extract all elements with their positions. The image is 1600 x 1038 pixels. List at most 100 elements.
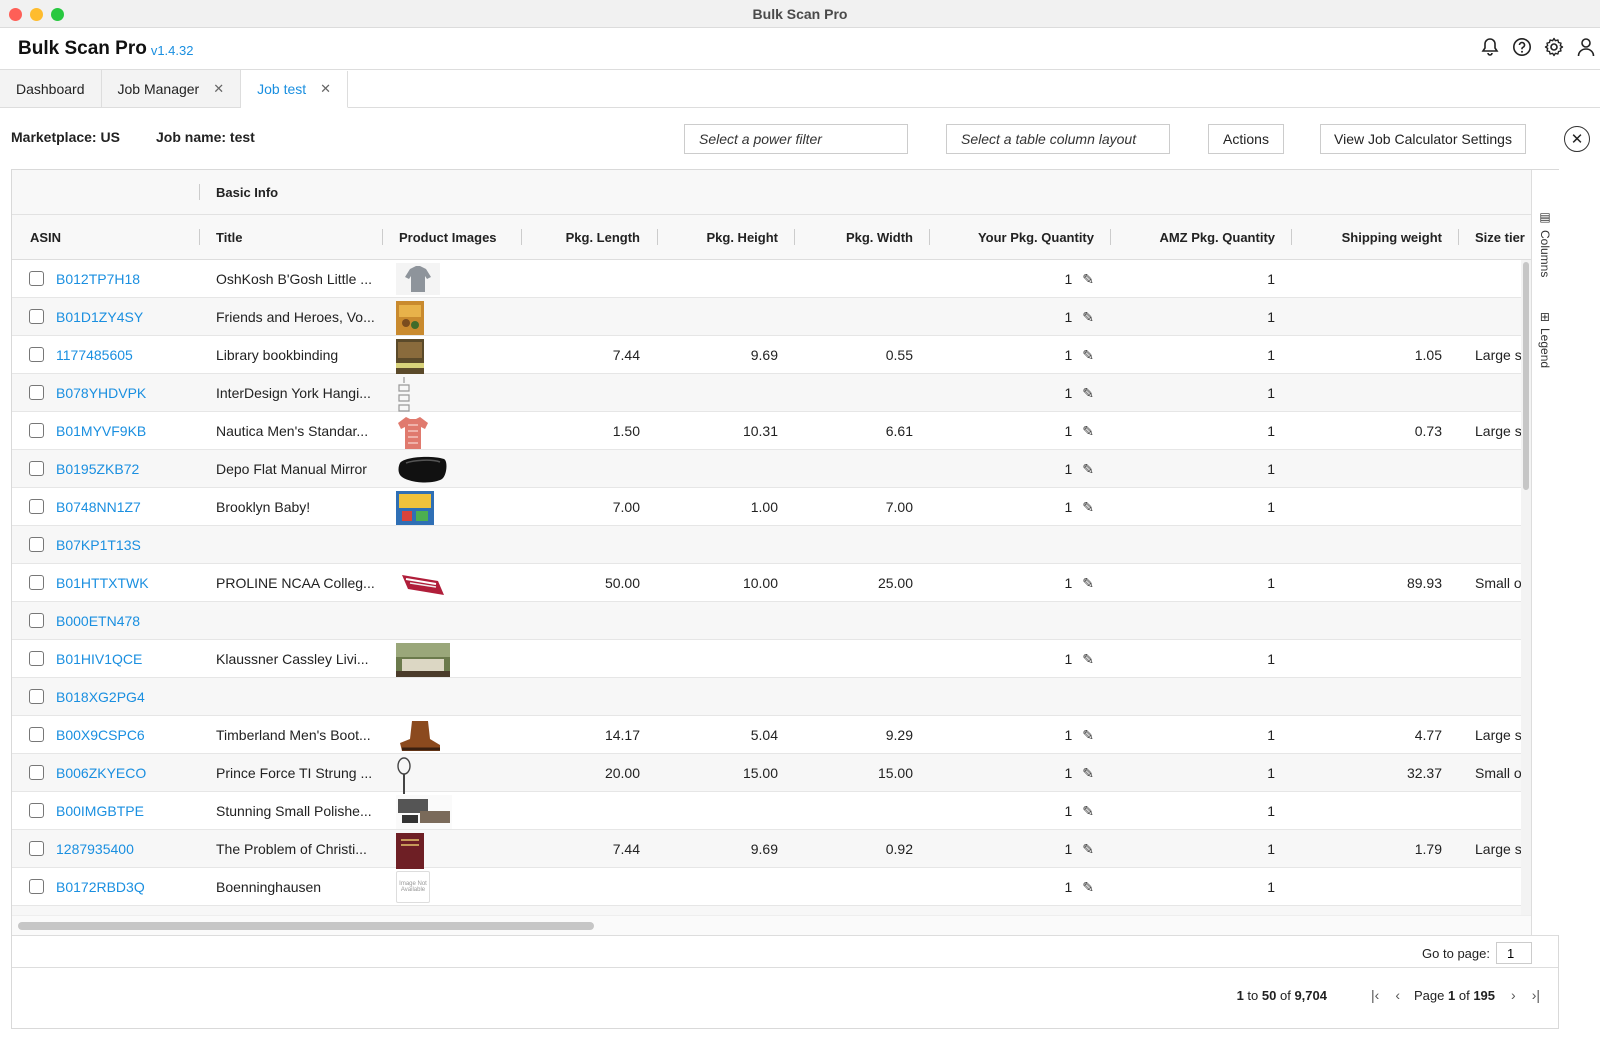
asin-link[interactable]: B00X9CSPC6 — [56, 716, 196, 754]
product-image[interactable] — [396, 415, 430, 449]
column-separator[interactable] — [929, 229, 930, 245]
user-icon[interactable] — [1576, 36, 1596, 58]
view-calculator-settings-button[interactable]: View Job Calculator Settings — [1320, 124, 1526, 154]
column-separator[interactable] — [521, 229, 522, 245]
column-separator[interactable] — [1291, 229, 1292, 245]
table-row[interactable]: B01HIV1QCE Klaussner Cassley Livi... 1 1 ✎ — [12, 640, 1546, 678]
asin-link[interactable]: B0748NN1Z7 — [56, 488, 196, 526]
column-header-amz-pkg-quantity[interactable]: AMZ Pkg. Quantity — [1117, 215, 1275, 260]
table-row[interactable]: B012TP7H18 OshKosh B'Gosh Little ... 1 1 ✎ — [12, 260, 1546, 298]
table-row[interactable]: B078YHDVPK InterDesign York Hangi... 1 1 ✎ — [12, 374, 1546, 412]
column-separator[interactable] — [199, 229, 200, 245]
edit-pencil-icon[interactable]: ✎ — [1082, 803, 1094, 820]
edit-pencil-icon[interactable]: ✎ — [1082, 499, 1094, 516]
column-separator[interactable] — [657, 229, 658, 245]
column-header-asin[interactable]: ASIN — [30, 215, 190, 260]
product-image[interactable] — [396, 453, 448, 485]
table-row[interactable]: B01MYVF9KB Nautica Men's Standar... 1.50 10… — [12, 412, 1546, 450]
edit-pencil-icon[interactable]: ✎ — [1082, 879, 1094, 896]
edit-pencil-icon[interactable]: ✎ — [1082, 271, 1094, 288]
actions-button[interactable]: Actions — [1208, 124, 1284, 154]
vertical-scroll-thumb[interactable] — [1523, 262, 1529, 490]
columns-panel-toggle[interactable]: ▤ Columns — [1538, 210, 1552, 277]
product-image[interactable] — [396, 567, 450, 601]
asin-link[interactable]: B07KP1T13S — [56, 526, 196, 564]
asin-link[interactable]: B01D1ZY4SY — [56, 298, 196, 336]
table-row[interactable]: B0195ZKB72 Depo Flat Manual Mirror 1 1 ✎ — [12, 450, 1546, 488]
column-header-your-pkg-quantity[interactable]: Your Pkg. Quantity — [937, 215, 1094, 260]
zoom-window-button[interactable] — [51, 8, 64, 21]
row-checkbox[interactable] — [29, 575, 44, 590]
bell-icon[interactable] — [1480, 36, 1500, 58]
edit-pencil-icon[interactable]: ✎ — [1082, 575, 1094, 592]
row-checkbox[interactable] — [29, 879, 44, 894]
vertical-scrollbar[interactable] — [1521, 260, 1531, 915]
close-job-button[interactable]: ✕ — [1564, 126, 1590, 152]
edit-pencil-icon[interactable]: ✎ — [1082, 841, 1094, 858]
table-row[interactable]: B006ZKYECO Prince Force TI Strung ... 20.0… — [12, 754, 1546, 794]
row-checkbox[interactable] — [29, 347, 44, 362]
edit-pencil-icon[interactable]: ✎ — [1082, 309, 1094, 326]
column-header-product-images[interactable]: Product Images — [399, 215, 529, 260]
asin-link[interactable]: B00IMGBTPE — [56, 792, 196, 830]
help-icon[interactable] — [1512, 36, 1532, 58]
column-header-pkg-length[interactable]: Pkg. Length — [532, 215, 640, 260]
row-checkbox[interactable] — [29, 271, 44, 286]
row-checkbox[interactable] — [29, 461, 44, 476]
power-filter-select[interactable]: Select a power filter — [684, 124, 908, 154]
row-checkbox[interactable] — [29, 309, 44, 324]
table-row[interactable]: B0172RBD3Q Boenninghausen Image Not Availa… — [12, 868, 1546, 906]
column-header-pkg-height[interactable]: Pkg. Height — [662, 215, 778, 260]
table-row[interactable]: B07KP1T13S — [12, 526, 1546, 564]
edit-pencil-icon[interactable]: ✎ — [1082, 727, 1094, 744]
product-image[interactable] — [396, 339, 424, 375]
asin-link[interactable]: B000ETN478 — [56, 602, 196, 640]
edit-pencil-icon[interactable]: ✎ — [1082, 385, 1094, 402]
product-image[interactable] — [396, 795, 452, 829]
legend-panel-toggle[interactable]: ⊞ Legend — [1538, 312, 1552, 368]
next-page-icon[interactable]: › — [1511, 987, 1516, 1003]
asin-link[interactable]: B0195ZKB72 — [56, 450, 196, 488]
goto-page-input[interactable] — [1496, 942, 1532, 964]
row-checkbox[interactable] — [29, 537, 44, 552]
close-tab-icon[interactable]: ✕ — [320, 81, 331, 97]
product-image[interactable] — [396, 263, 440, 295]
asin-link[interactable]: B01MYVF9KB — [56, 412, 196, 450]
row-checkbox[interactable] — [29, 613, 44, 628]
column-header-pkg-width[interactable]: Pkg. Width — [802, 215, 913, 260]
tab-dashboard[interactable]: Dashboard — [0, 70, 102, 107]
table-row[interactable]: B000ETN478 — [12, 602, 1546, 640]
edit-pencil-icon[interactable]: ✎ — [1082, 423, 1094, 440]
table-row[interactable]: B018XG2PG4 — [12, 678, 1546, 716]
edit-pencil-icon[interactable]: ✎ — [1082, 651, 1094, 668]
last-page-icon[interactable]: ›| — [1532, 987, 1540, 1003]
asin-link[interactable]: B078YHDVPK — [56, 374, 196, 412]
column-separator[interactable] — [1458, 229, 1459, 245]
close-tab-icon[interactable]: ✕ — [213, 81, 224, 97]
product-image[interactable] — [396, 643, 450, 677]
product-image[interactable] — [396, 301, 424, 335]
table-row[interactable]: B01HTTXTWK PROLINE NCAA Colleg... 50.00 10.… — [12, 564, 1546, 602]
minimize-window-button[interactable] — [30, 8, 43, 21]
asin-link[interactable]: B01HTTXTWK — [56, 564, 196, 602]
edit-pencil-icon[interactable]: ✎ — [1082, 765, 1094, 782]
table-row[interactable]: 1177485605 Library bookbinding 7.44 9.69 0.5… — [12, 336, 1546, 375]
row-checkbox[interactable] — [29, 689, 44, 704]
asin-link[interactable]: B012TP7H18 — [56, 260, 196, 298]
column-separator[interactable] — [794, 229, 795, 245]
first-page-icon[interactable]: |‹ — [1371, 987, 1379, 1003]
product-image[interactable] — [396, 377, 412, 412]
row-checkbox[interactable] — [29, 423, 44, 438]
asin-link[interactable]: 1177485605 — [56, 336, 196, 374]
edit-pencil-icon[interactable]: ✎ — [1082, 461, 1094, 478]
asin-link[interactable]: B018XG2PG4 — [56, 678, 196, 716]
table-row[interactable]: B00IMGBTPE Stunning Small Polishe... 1 1 ✎ — [12, 792, 1546, 830]
edit-pencil-icon[interactable]: ✎ — [1082, 347, 1094, 364]
column-header-shipping-weight[interactable]: Shipping weight — [1297, 215, 1442, 260]
product-image[interactable] — [396, 491, 434, 525]
close-window-button[interactable] — [9, 8, 22, 21]
row-checkbox[interactable] — [29, 499, 44, 514]
horizontal-scrollbar[interactable] — [12, 915, 1531, 935]
row-checkbox[interactable] — [29, 803, 44, 818]
column-separator[interactable] — [1110, 229, 1111, 245]
